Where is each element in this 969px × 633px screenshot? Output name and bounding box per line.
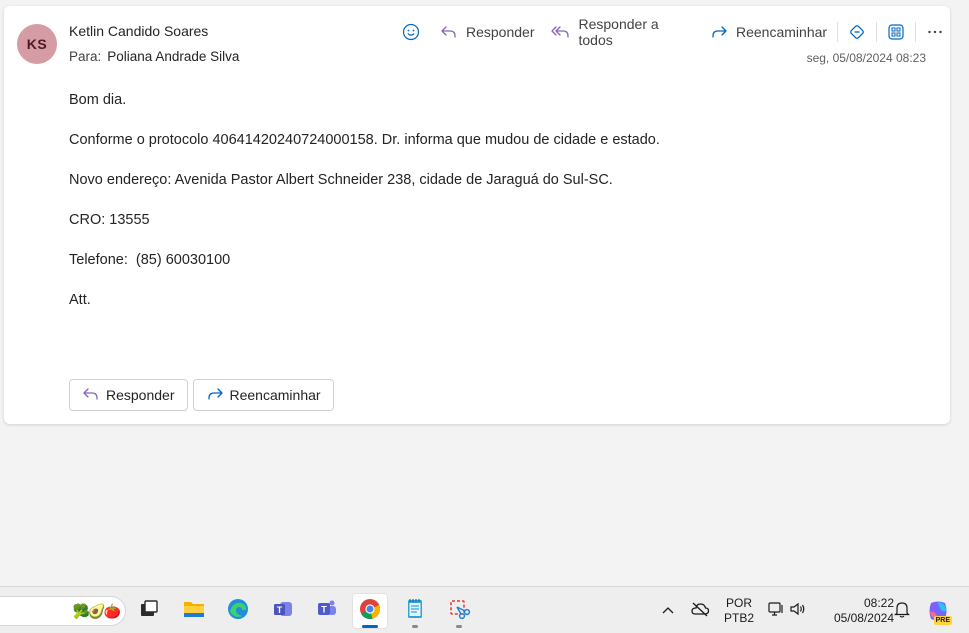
clock[interactable]: 08:22 05/08/2024 [818,596,894,626]
reply-icon [440,24,458,40]
quick-reply-button[interactable]: Responder [69,379,188,411]
quick-forward-label: Reencaminhar [229,387,321,403]
network-icon [767,601,785,622]
recipient-row: Para: Poliana Andrade Silva [69,49,239,64]
body-line: Telefone: (85) 60030100 [69,252,231,268]
loop-button[interactable] [842,19,872,45]
search-highlight-icon: 🥦🥑🍅 [72,603,121,619]
message-timestamp: seg, 05/08/2024 08:23 [806,51,926,65]
recipient-name[interactable]: Poliana Andrade Silva [107,49,239,64]
sender-avatar[interactable]: KS [17,24,57,64]
toolbar-divider [837,22,839,42]
forward-icon [206,386,224,405]
body-line: CRO: 13555 [69,212,150,228]
quick-reply-buttons: Responder Reencaminhar [69,379,334,411]
forward-icon [710,24,728,40]
network-button[interactable] [766,601,786,621]
reply-label: Responder [466,24,535,40]
snipping-tool-icon [447,597,471,626]
chevron-up-icon [661,602,675,620]
volume-button[interactable] [788,601,808,621]
clock-date: 05/08/2024 [833,611,894,625]
more-actions-button[interactable] [920,19,950,45]
body-line: Novo endereço: Avenida Pastor Albert Sch… [69,172,613,188]
onedrive-button[interactable] [690,601,710,621]
edge-button[interactable] [220,593,256,629]
quick-reply-label: Responder [106,387,175,403]
task-view-icon [138,598,160,625]
preview-badge: PRE [933,616,952,625]
reply-all-label: Responder a todos [578,16,659,48]
copilot-icon: PRE [926,599,952,625]
teams-classic-button[interactable]: T [265,593,301,629]
teams-classic-icon: T [271,597,295,626]
forward-label: Reencaminhar [736,24,828,40]
chrome-button[interactable] [352,593,388,629]
notifications-button[interactable] [892,601,912,621]
cloud-offline-icon [690,601,710,622]
folder-icon [182,598,206,625]
sender-name[interactable]: Ketlin Candido Soares [69,23,208,39]
edge-browser-icon [226,597,250,626]
message-actions-toolbar: Responder Responder a todos Reencaminhar [396,16,950,48]
open-app-indicator [456,625,462,628]
apps-grid-icon [887,23,905,41]
reply-icon [82,386,100,405]
language-code: POR [725,596,752,610]
notepad-icon [404,597,426,626]
clock-time: 08:22 [863,596,894,610]
svg-text:T: T [321,604,327,614]
file-explorer-button[interactable] [176,593,212,629]
to-label: Para: [69,49,102,64]
speaker-icon [789,601,807,622]
open-app-indicator [412,625,418,628]
body-line: Att. [69,292,91,308]
more-horizontal-icon [926,23,944,41]
reactions-button[interactable] [396,19,426,45]
toolbar-divider [915,22,917,42]
reply-button[interactable]: Responder [434,19,541,45]
show-hidden-icons-button[interactable] [658,601,678,621]
teams-icon: T [315,597,339,626]
copilot-button[interactable]: PRE [925,598,952,625]
reply-all-button[interactable]: Responder a todos [545,16,701,48]
task-view-button[interactable] [131,593,167,629]
smiley-icon [402,23,420,41]
body-line: Bom dia. [69,92,127,108]
taskbar-search-box[interactable]: 🥦🥑🍅 [0,596,126,626]
quick-forward-button[interactable]: Reencaminhar [192,379,334,411]
forward-button[interactable]: Reencaminhar [704,19,833,45]
apps-button[interactable] [881,19,911,45]
chrome-icon [358,597,382,626]
notepad-button[interactable] [397,593,433,629]
input-language-indicator[interactable]: POR PTB2 [722,596,756,626]
svg-text:T: T [277,605,283,615]
email-reading-pane: KS Ketlin Candido Soares Para: Poliana A… [4,6,950,424]
snipping-tool-button[interactable] [441,593,477,629]
reply-all-icon [550,24,571,40]
loop-icon [848,23,866,41]
message-body: Bom dia. Conforme o protocolo 4064142024… [69,90,660,330]
toolbar-divider [876,22,878,42]
keyboard-layout: PTB2 [723,611,754,625]
body-line: Conforme o protocolo 4064142024072400015… [69,132,660,148]
active-app-indicator [362,625,378,628]
teams-button[interactable]: T [309,593,345,629]
bell-icon [894,600,910,623]
windows-taskbar: 🥦🥑🍅 T T POR PTB2 08:22 05/08/2024 PRE [0,586,969,633]
